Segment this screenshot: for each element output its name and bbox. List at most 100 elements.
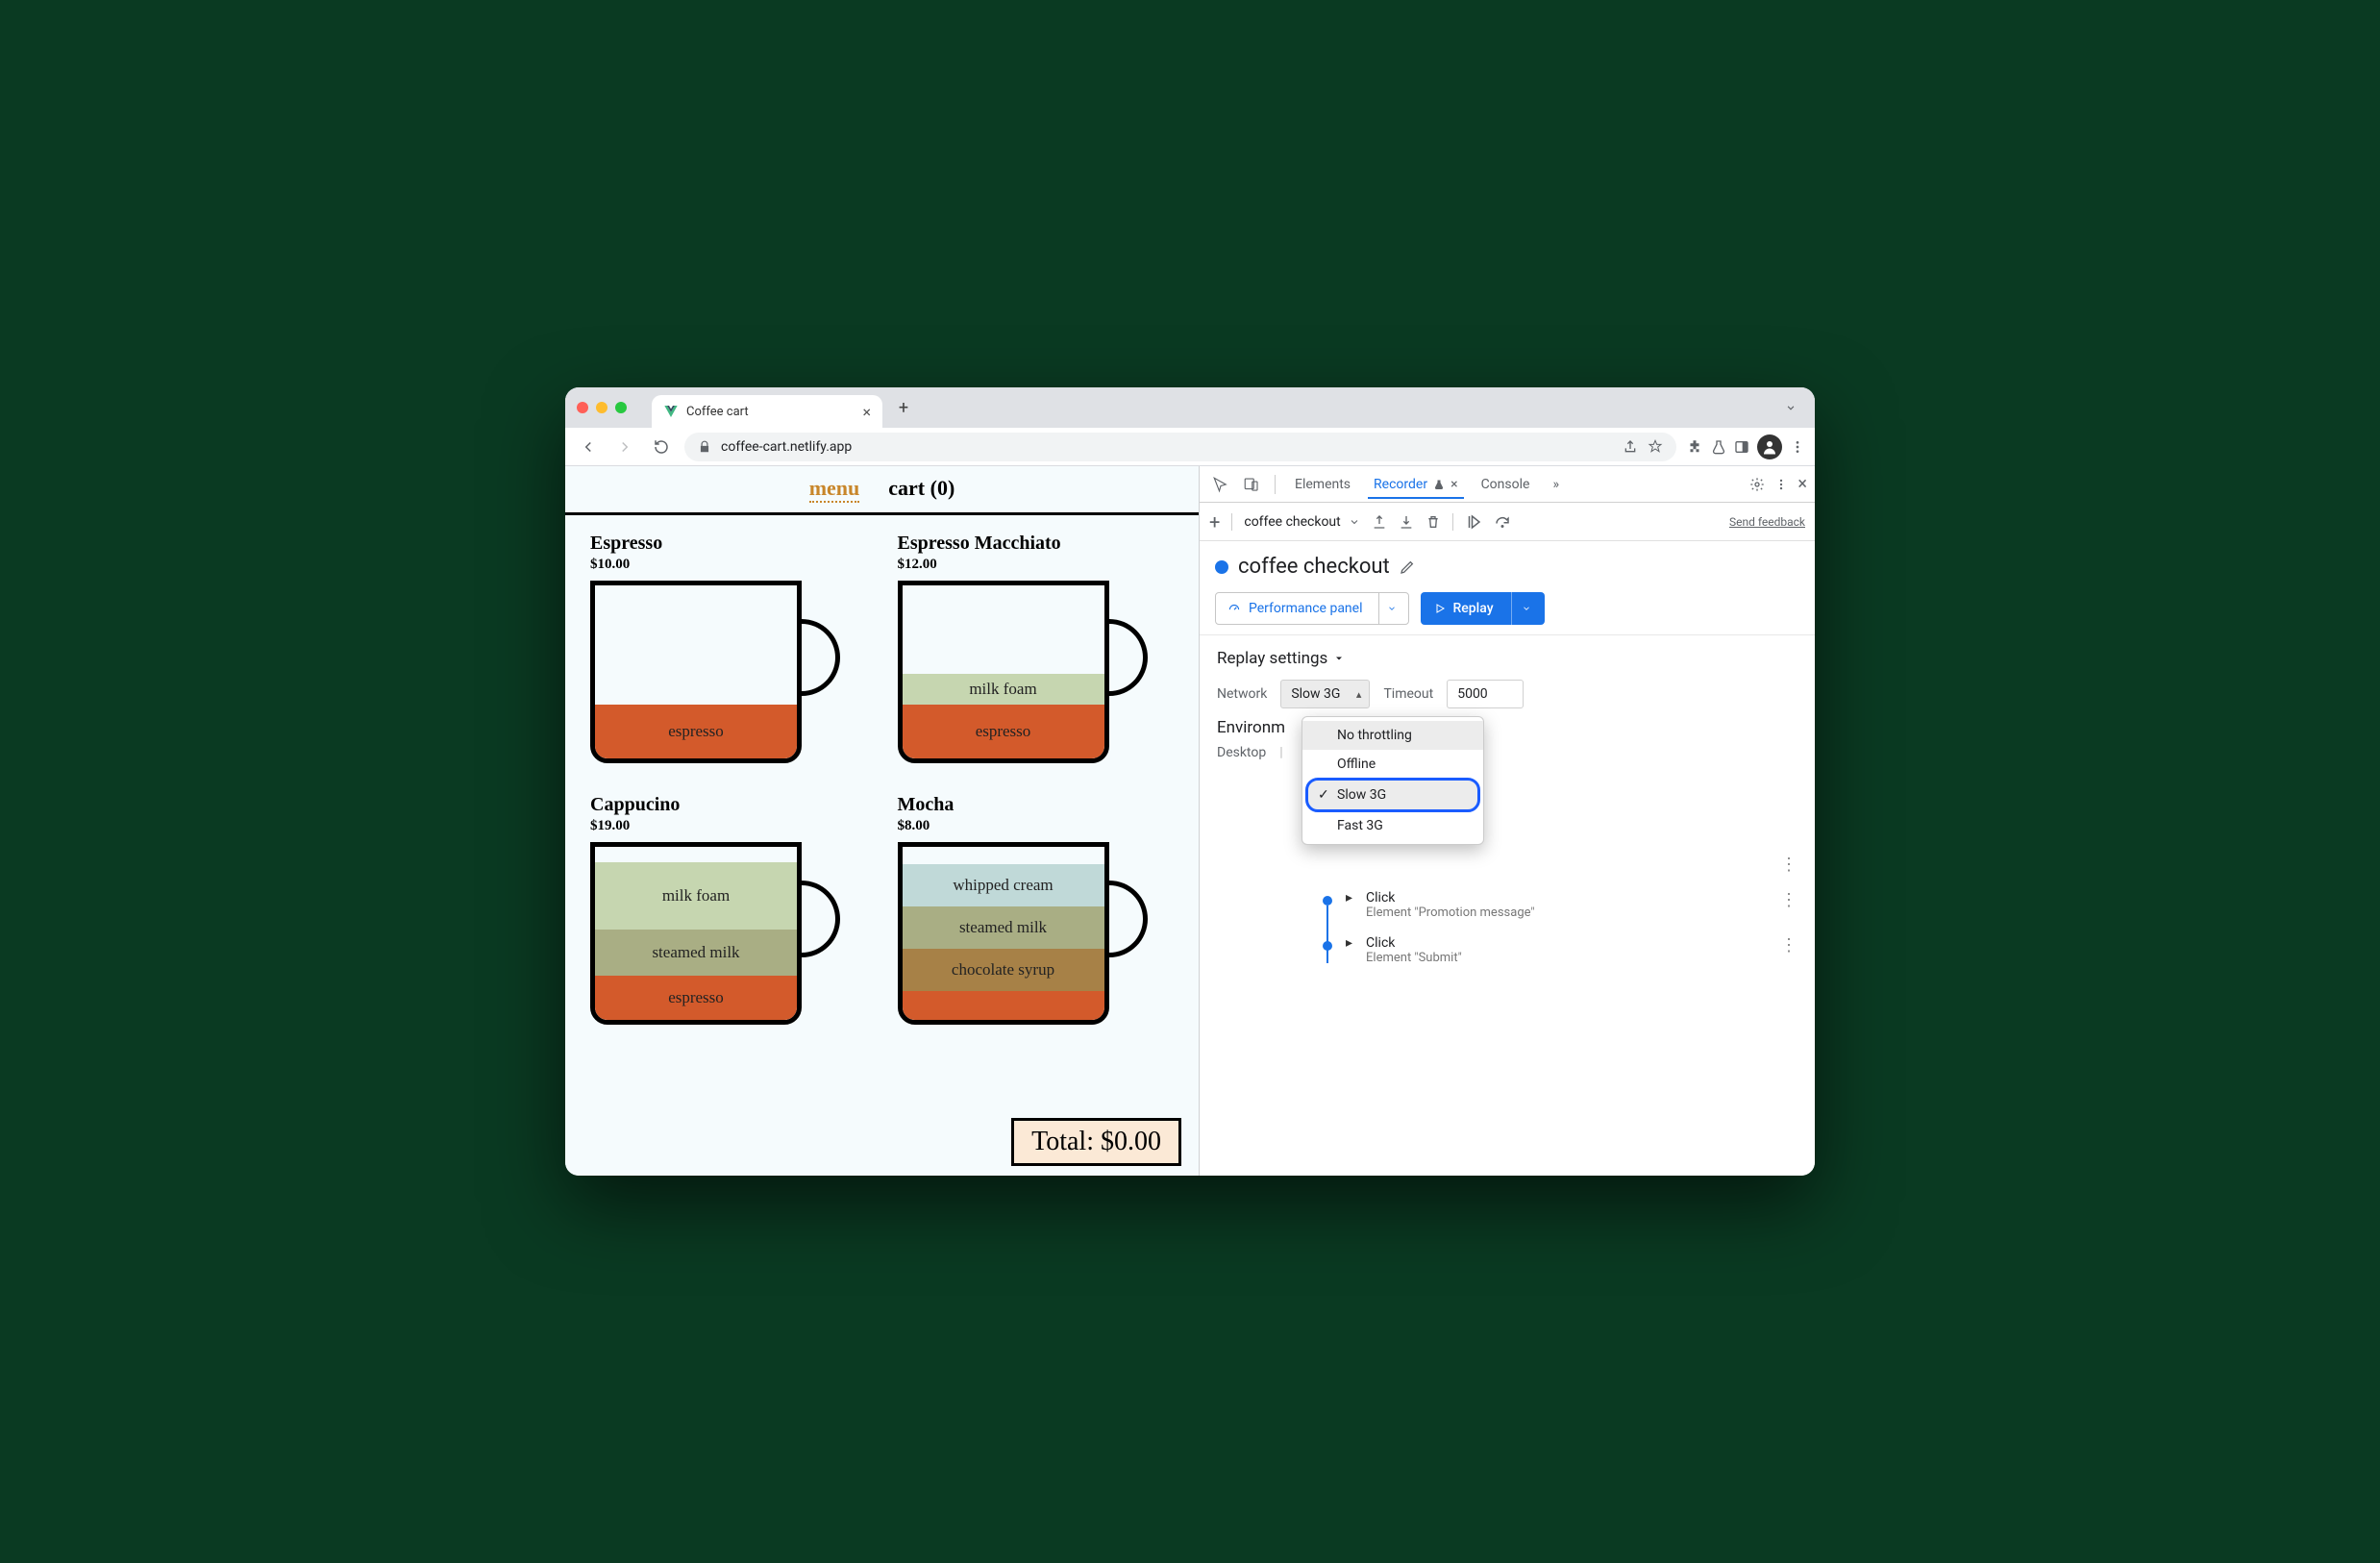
url-text: coffee-cart.netlify.app — [721, 439, 852, 455]
product-card[interactable]: Mocha $8.00 whipped cream steamed milk c… — [898, 794, 1175, 1034]
product-grid: Espresso $10.00 espresso Espresso Macchi… — [565, 515, 1199, 1052]
product-card[interactable]: Cappucino $19.00 milk foam steamed milk … — [590, 794, 867, 1034]
close-tab-icon[interactable]: × — [1450, 477, 1457, 492]
window-controls — [577, 402, 627, 413]
desktop-label: Desktop — [1217, 745, 1266, 760]
new-recording-icon[interactable]: + — [1209, 510, 1220, 533]
maximize-window-icon[interactable] — [615, 402, 627, 413]
reload-button[interactable] — [648, 434, 675, 460]
forward-button[interactable] — [611, 434, 638, 460]
step-menu-icon[interactable]: ⋮ — [1780, 890, 1797, 910]
product-name: Espresso — [590, 533, 867, 555]
edit-pencil-icon[interactable] — [1400, 559, 1415, 575]
close-tab-icon[interactable]: × — [862, 403, 871, 421]
mug-graphic: whipped cream steamed milk chocolate syr… — [898, 842, 1148, 1034]
step-item[interactable]: ▸ Click Element "Submit" ⋮ — [1217, 928, 1797, 973]
mug-graphic: milk foam steamed milk espresso — [590, 842, 840, 1034]
mug-graphic: espresso — [590, 581, 840, 773]
tab-console[interactable]: Console — [1472, 471, 1540, 498]
replay-settings-heading[interactable]: Replay settings — [1217, 649, 1797, 668]
dropdown-option[interactable]: Offline — [1302, 750, 1483, 779]
total-box[interactable]: Total: $0.00 — [1011, 1118, 1181, 1166]
layer-label: milk foam — [595, 862, 797, 930]
devtools-panel: Elements Recorder × Console » × + — [1200, 466, 1815, 1176]
performance-panel-button[interactable]: Performance panel — [1215, 592, 1409, 625]
nav-cart[interactable]: cart (0) — [888, 476, 954, 503]
panel-icon[interactable] — [1734, 439, 1749, 455]
timeout-label: Timeout — [1383, 686, 1433, 702]
mug-graphic: milk foam espresso — [898, 581, 1148, 773]
close-devtools-icon[interactable]: × — [1797, 474, 1807, 494]
network-label: Network — [1217, 686, 1267, 702]
play-icon — [1434, 603, 1446, 614]
tab-overflow-button[interactable] — [1778, 395, 1803, 420]
flask-icon — [1433, 479, 1445, 490]
chevron-down-icon[interactable] — [1522, 604, 1531, 613]
chrome-menu-icon[interactable] — [1790, 439, 1805, 455]
recording-status-dot-icon — [1215, 560, 1228, 574]
gauge-icon — [1227, 602, 1241, 615]
recorder-toolbar: + coffee checkout Send feedback — [1200, 503, 1815, 541]
caret-down-icon — [1333, 653, 1345, 664]
step-menu-icon[interactable]: ⋮ — [1780, 935, 1797, 955]
product-card[interactable]: Espresso Macchiato $12.00 milk foam espr… — [898, 533, 1175, 773]
expand-caret-icon[interactable]: ▸ — [1346, 890, 1352, 906]
timeout-input[interactable]: 5000 — [1447, 680, 1524, 708]
labs-flask-icon[interactable] — [1711, 439, 1726, 455]
new-tab-button[interactable]: + — [890, 394, 917, 421]
step-menu-icon[interactable]: ⋮ — [1780, 855, 1797, 875]
kebab-menu-icon[interactable] — [1774, 478, 1788, 491]
steps-list: ⋮ ▸ Click Element "Promotion message" ⋮ — [1217, 847, 1797, 973]
back-button[interactable] — [575, 434, 602, 460]
tab-title: Coffee cart — [686, 405, 749, 419]
step-item[interactable]: ▸ Click Element "Promotion message" ⋮ — [1217, 882, 1797, 928]
layer-label: whipped cream — [903, 864, 1104, 906]
recorder-body: Replay settings Network Slow 3G Timeout … — [1200, 634, 1815, 1176]
product-price: $12.00 — [898, 557, 1175, 573]
layer-label: steamed milk — [903, 906, 1104, 949]
bookmark-star-icon[interactable] — [1648, 439, 1663, 455]
tab-recorder[interactable]: Recorder × — [1364, 471, 1468, 498]
export-up-icon[interactable] — [1372, 514, 1387, 530]
lock-icon — [698, 440, 711, 454]
dropdown-option[interactable]: No throttling — [1302, 721, 1483, 750]
settings-gear-icon[interactable] — [1749, 477, 1765, 492]
close-window-icon[interactable] — [577, 402, 588, 413]
browser-tab[interactable]: Coffee cart × — [652, 395, 882, 428]
layer-label: steamed milk — [595, 930, 797, 976]
check-icon: ✓ — [1318, 787, 1329, 803]
omnibox[interactable]: coffee-cart.netlify.app — [684, 433, 1676, 461]
share-icon[interactable] — [1623, 439, 1638, 455]
recording-selector[interactable]: coffee checkout — [1244, 514, 1359, 530]
device-toolbar-icon[interactable] — [1238, 471, 1265, 498]
step-over-icon[interactable] — [1494, 513, 1511, 531]
nav-menu[interactable]: menu — [809, 476, 860, 503]
tab-elements[interactable]: Elements — [1285, 471, 1360, 498]
import-down-icon[interactable] — [1399, 514, 1414, 530]
recorder-header: coffee checkout Performance panel Replay — [1200, 541, 1815, 634]
devtools-tabstrip: Elements Recorder × Console » × — [1200, 466, 1815, 503]
step-marker-icon — [1323, 896, 1332, 906]
step-marker-icon — [1323, 941, 1332, 951]
product-name: Espresso Macchiato — [898, 533, 1175, 555]
step-subtitle: Element "Submit" — [1366, 951, 1462, 965]
dropdown-option-selected[interactable]: ✓ Slow 3G — [1308, 781, 1477, 809]
send-feedback-link[interactable]: Send feedback — [1729, 515, 1805, 529]
network-dropdown: No throttling Offline ✓ Slow 3G Fast 3G — [1302, 716, 1484, 845]
step-item[interactable]: ⋮ — [1217, 847, 1797, 882]
dropdown-option[interactable]: Fast 3G — [1302, 811, 1483, 840]
chevron-down-icon[interactable] — [1387, 604, 1397, 613]
product-price: $8.00 — [898, 818, 1175, 834]
product-card[interactable]: Espresso $10.00 espresso — [590, 533, 867, 773]
profile-avatar[interactable] — [1757, 434, 1782, 459]
network-throttle-select[interactable]: Slow 3G — [1280, 680, 1370, 708]
extensions-icon[interactable] — [1686, 438, 1703, 456]
expand-caret-icon[interactable]: ▸ — [1346, 935, 1352, 951]
mug-handle-icon — [796, 619, 840, 696]
replay-button[interactable]: Replay — [1421, 592, 1545, 625]
delete-trash-icon[interactable] — [1426, 514, 1441, 530]
minimize-window-icon[interactable] — [596, 402, 607, 413]
tab-more[interactable]: » — [1543, 471, 1569, 498]
step-play-icon[interactable] — [1465, 513, 1482, 531]
inspect-element-icon[interactable] — [1207, 471, 1234, 498]
